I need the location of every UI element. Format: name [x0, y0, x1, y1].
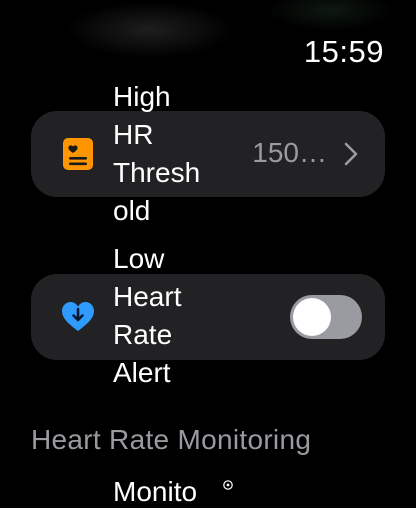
heart-down-arrow-icon [62, 302, 94, 331]
next-item-label-partial[interactable]: Monito [113, 476, 197, 508]
low-heart-rate-alert-label: Low Heart Rate Alert [113, 243, 182, 388]
low-heart-rate-alert-toggle[interactable] [290, 295, 362, 339]
chevron-right-icon [344, 142, 358, 166]
toggle-knob [293, 298, 331, 336]
heart-chart-icon [63, 138, 93, 170]
gear-icon [223, 480, 233, 490]
section-header-heart-rate-monitoring: Heart Rate Monitoring [31, 424, 312, 455]
threshold-value: 150… [252, 137, 327, 168]
status-time: 15:59 [303, 34, 384, 69]
high-hr-threshold-label: High HR Thresh old [113, 81, 201, 226]
